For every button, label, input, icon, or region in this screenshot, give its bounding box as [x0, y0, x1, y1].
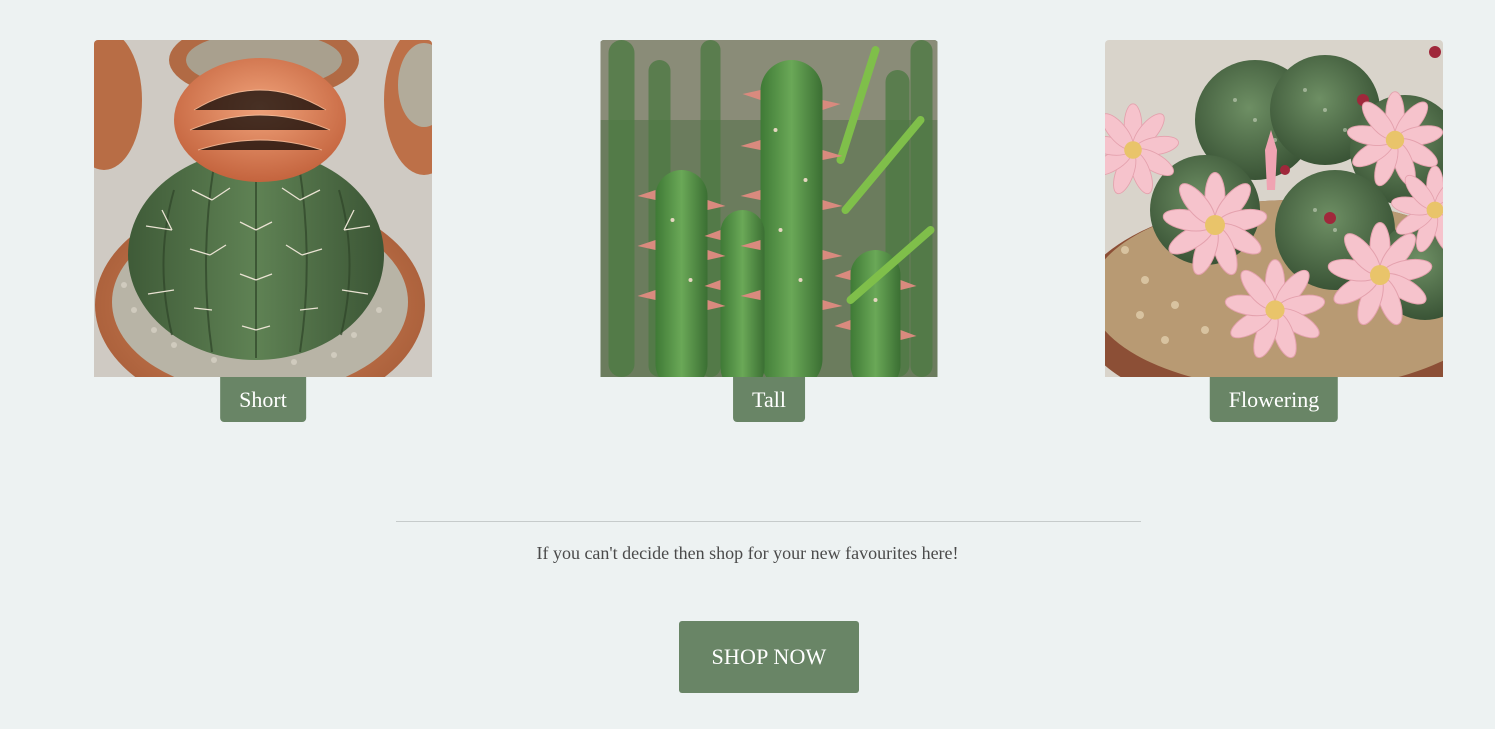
- cactus-category-page: Short Tall Flowering If you can't decide…: [0, 0, 1495, 729]
- shop-tagline: If you can't decide then shop for your n…: [536, 543, 959, 563]
- barrel-cactus-photo[interactable]: [94, 40, 432, 377]
- shop-now-button[interactable]: SHOP NOW: [679, 621, 859, 693]
- flowering-cactus-photo[interactable]: [1105, 40, 1443, 377]
- category-button-flowering[interactable]: Flowering: [1209, 377, 1339, 422]
- category-card-tall[interactable]: Tall: [600, 40, 938, 422]
- category-card-short[interactable]: Short: [94, 40, 432, 422]
- category-button-short[interactable]: Short: [220, 377, 306, 422]
- category-button-tall[interactable]: Tall: [733, 377, 805, 422]
- columnar-cactus-photo[interactable]: [600, 40, 938, 377]
- section-divider: [396, 521, 1141, 522]
- category-card-flowering[interactable]: Flowering: [1105, 40, 1443, 422]
